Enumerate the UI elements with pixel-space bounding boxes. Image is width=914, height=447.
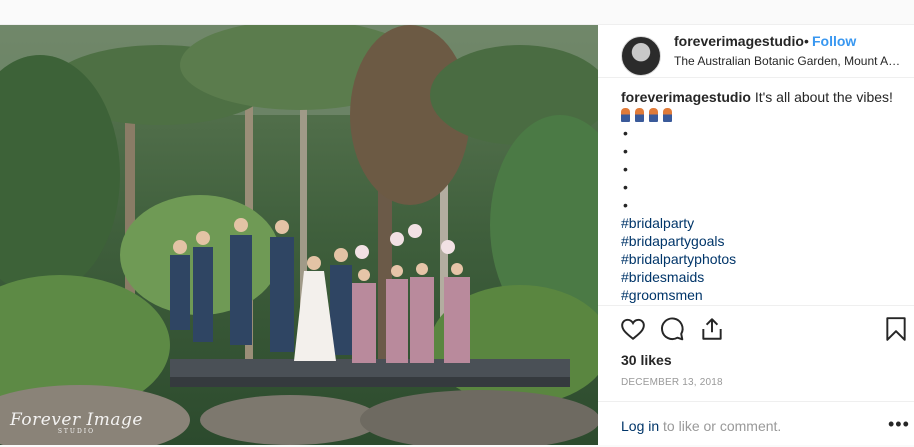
- login-link[interactable]: Log in: [621, 418, 659, 434]
- hashtag-link[interactable]: #bridapartygoals: [621, 232, 906, 250]
- hashtag-link[interactable]: #bridalparty: [621, 214, 906, 232]
- people-emoji-icon: [662, 108, 672, 122]
- instagram-post: Forever Image STUDIO foreverimagestudio …: [0, 24, 914, 445]
- more-options-icon[interactable]: •••: [888, 414, 910, 435]
- caption-dot: •: [623, 179, 628, 195]
- caption-username[interactable]: foreverimagestudio: [621, 89, 751, 105]
- header-separator: •: [804, 33, 809, 49]
- wedding-party-photo: [0, 25, 598, 445]
- avatar[interactable]: [621, 36, 661, 76]
- location-link[interactable]: The Australian Botanic Garden, Mount Ann…: [674, 54, 906, 68]
- login-suffix: to like or comment.: [659, 418, 782, 434]
- caption-dot: •: [623, 161, 628, 177]
- follow-button[interactable]: Follow: [812, 33, 856, 49]
- bookmark-icon[interactable]: [885, 316, 907, 342]
- caption-dot: •: [623, 197, 628, 213]
- post-date[interactable]: DECEMBER 13, 2018: [621, 377, 723, 388]
- people-emoji-icon: [648, 108, 658, 122]
- caption-text: It's all about the vibes!: [754, 89, 893, 105]
- emoji-row: [621, 106, 906, 124]
- watermark-logo: Forever Image STUDIO: [10, 410, 143, 435]
- header-username[interactable]: foreverimagestudio: [674, 33, 804, 49]
- share-icon[interactable]: [699, 316, 725, 342]
- login-prompt: Log in to like or comment.: [621, 418, 781, 434]
- likes-count[interactable]: 30 likes: [621, 352, 672, 368]
- actions-area: 30 likes DECEMBER 13, 2018 Log in to lik…: [598, 305, 914, 446]
- people-emoji-icon: [634, 108, 644, 122]
- watermark-text: Forever Image: [10, 410, 143, 430]
- post-side-panel: foreverimagestudio • Follow The Australi…: [598, 25, 914, 445]
- hashtag-link[interactable]: #bridalpartyphotos: [621, 250, 906, 268]
- post-header: foreverimagestudio • Follow The Australi…: [598, 25, 914, 78]
- comment-icon[interactable]: [659, 316, 685, 342]
- people-emoji-icon: [621, 108, 630, 122]
- hashtag-link[interactable]: #bridesmaids: [621, 268, 906, 286]
- post-photo[interactable]: Forever Image STUDIO: [0, 25, 598, 445]
- caption-dot: •: [623, 143, 628, 159]
- login-row: Log in to like or comment. •••: [598, 401, 914, 447]
- hashtag-link[interactable]: #groomsmen: [621, 286, 906, 304]
- heart-icon[interactable]: [620, 316, 646, 342]
- caption-dot: •: [623, 125, 628, 141]
- caption: foreverimagestudio It's all about the vi…: [621, 88, 906, 304]
